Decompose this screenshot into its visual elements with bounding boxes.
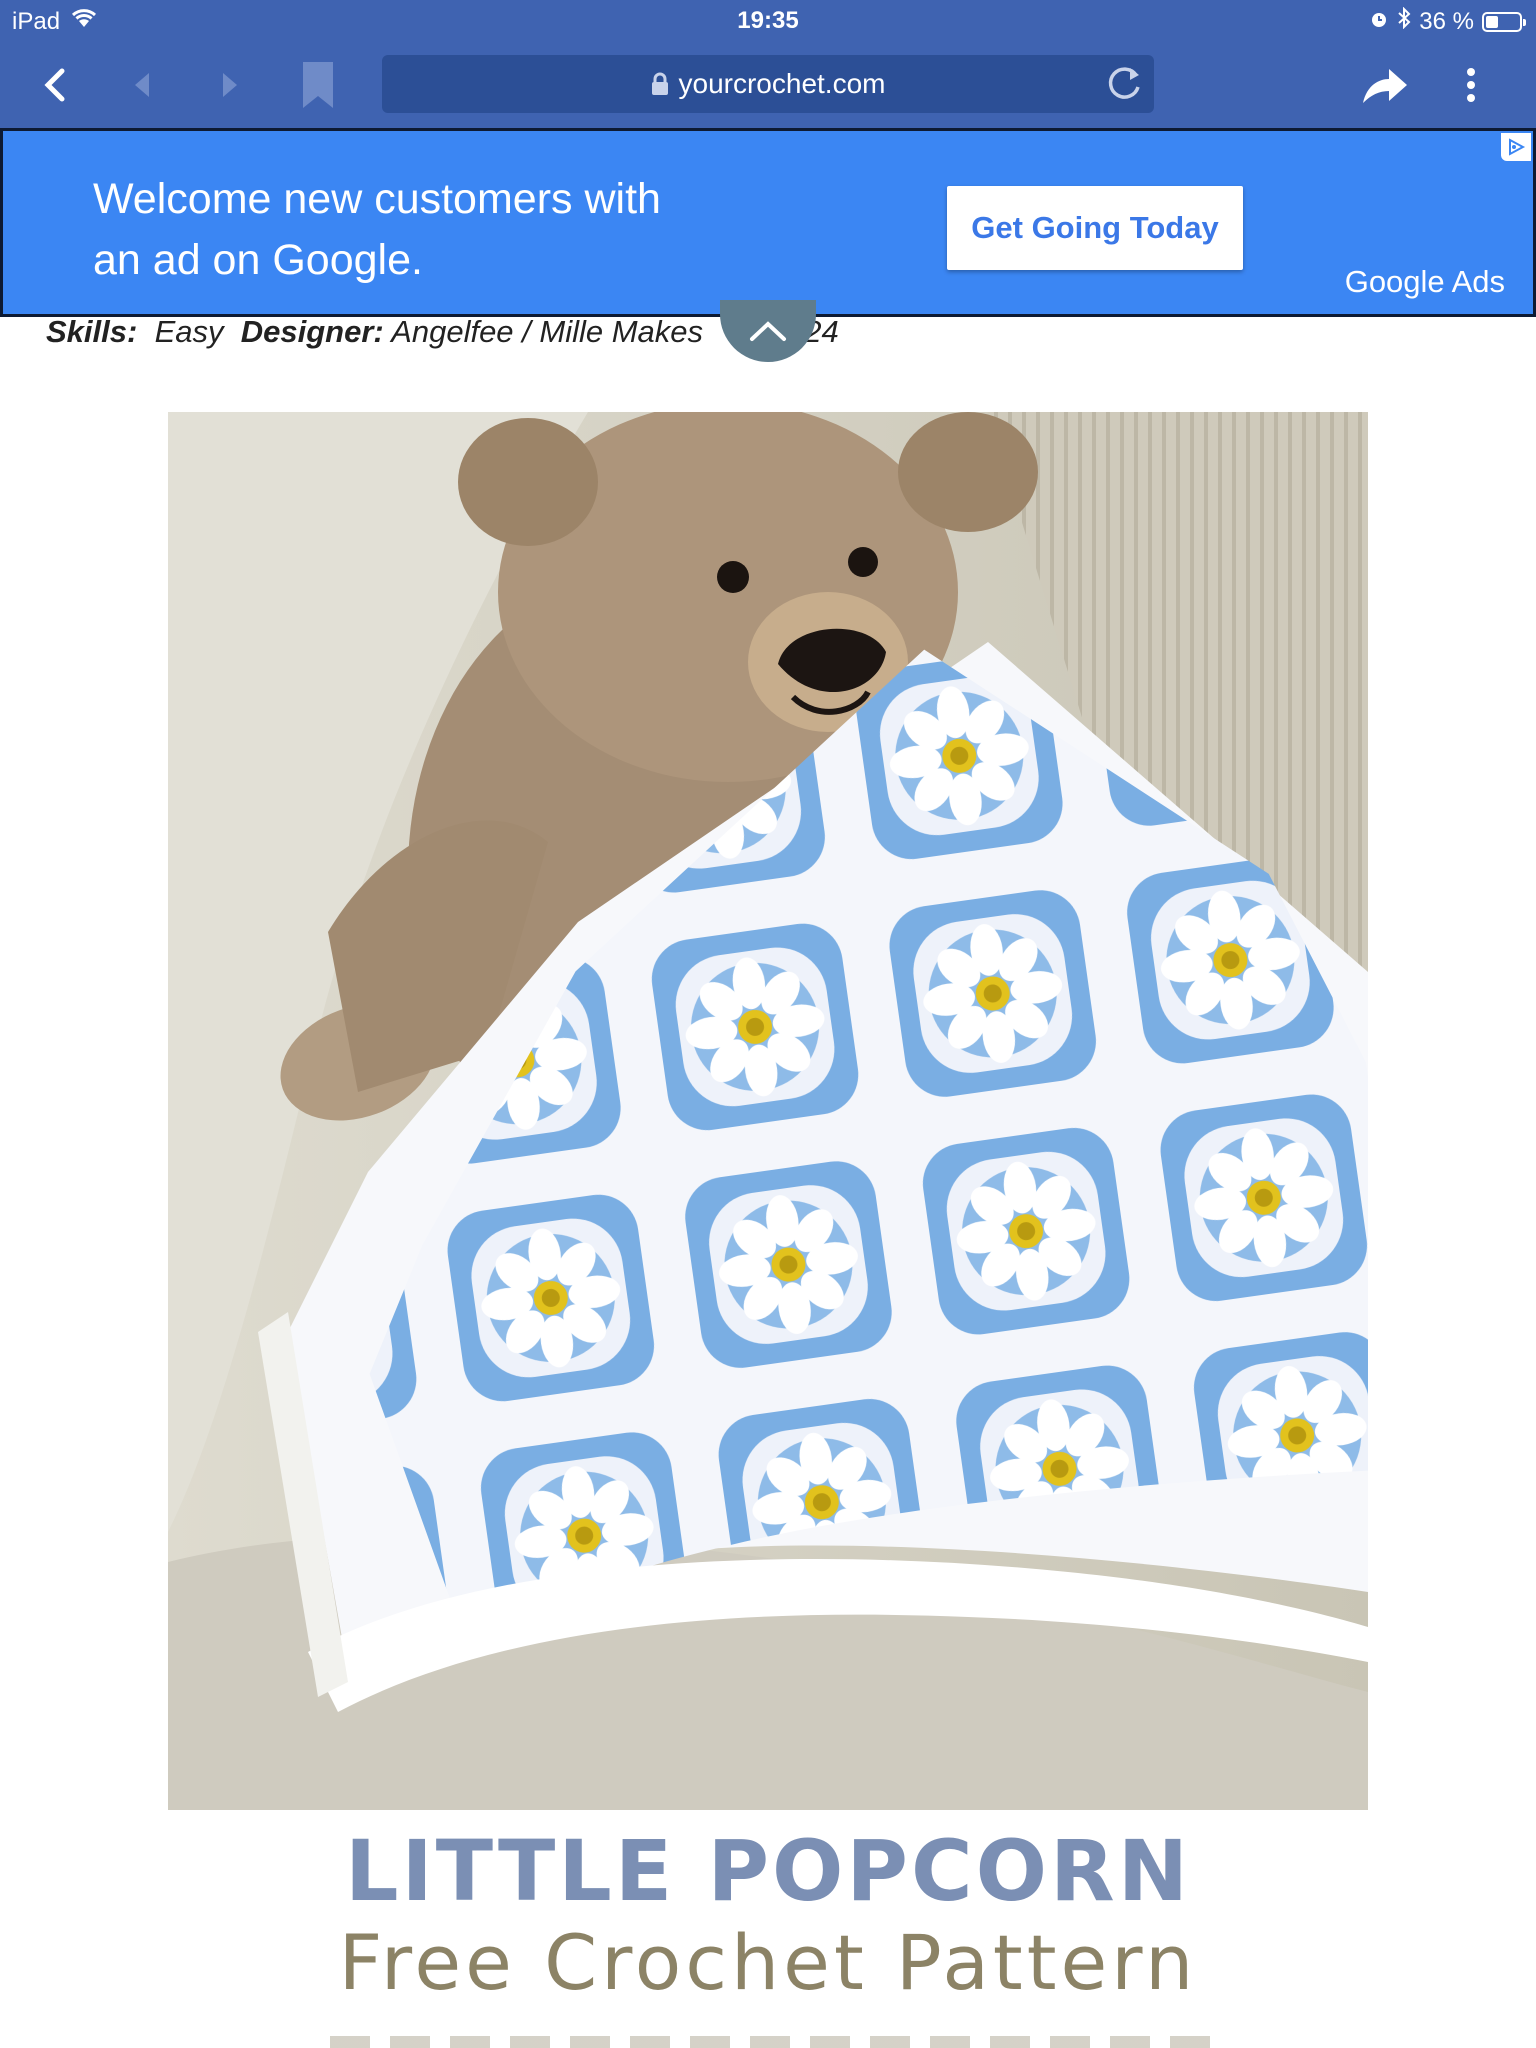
alarm-icon [1369,8,1389,36]
ad-headline: Welcome new customers with an ad on Goog… [93,175,661,284]
ad-choices-icon[interactable] [1501,133,1531,161]
ad-banner[interactable]: Welcome new customers with an ad on Goog… [0,128,1536,317]
more-vertical-icon [1467,68,1475,102]
pattern-subtitle: Free Crochet Pattern [338,1918,1198,2007]
status-bar: iPad 19:35 36 % [0,0,1536,42]
chevron-up-icon [750,321,786,341]
battery-icon [1482,11,1526,32]
designer-value: Angelfee / Mille Makes [391,314,704,349]
pattern-title: LITTLE POPCORN [344,1822,1192,1920]
partial-footer-text [330,2036,1210,2048]
share-button[interactable] [1356,42,1412,128]
pattern-meta: Skills: Easy Designer: Angelfee / Mille … [46,314,1146,360]
bookmark-button[interactable] [296,42,340,128]
lock-icon [651,72,668,95]
more-menu-button[interactable] [1458,42,1484,128]
triangle-right-icon [223,73,237,97]
history-back-button[interactable] [122,42,162,128]
chevron-left-icon [44,68,65,102]
bluetooth-icon [1397,6,1411,36]
browser-toolbar: yourcrochet.com [0,42,1536,128]
battery-fill [1486,15,1498,28]
hero-photo [168,412,1368,1810]
status-time: 19:35 [737,7,799,34]
ad-brand: Google Ads [1344,264,1505,299]
designer-label: Designer: [240,314,384,349]
address-bar[interactable]: yourcrochet.com [382,55,1154,113]
back-button[interactable] [30,42,80,128]
battery-percent: 36 % [1419,7,1474,35]
reload-icon [1108,67,1140,99]
skills-value: Easy [154,314,224,349]
bookmark-icon [303,62,333,108]
triangle-left-icon [135,73,149,97]
url-text: yourcrochet.com [678,68,886,99]
skills-label: Skills: [46,314,138,349]
history-forward-button[interactable] [210,42,250,128]
share-arrow-icon [1363,69,1407,103]
ad-cta-button[interactable]: Get Going Today [947,186,1243,270]
reload-button[interactable] [1106,65,1144,110]
